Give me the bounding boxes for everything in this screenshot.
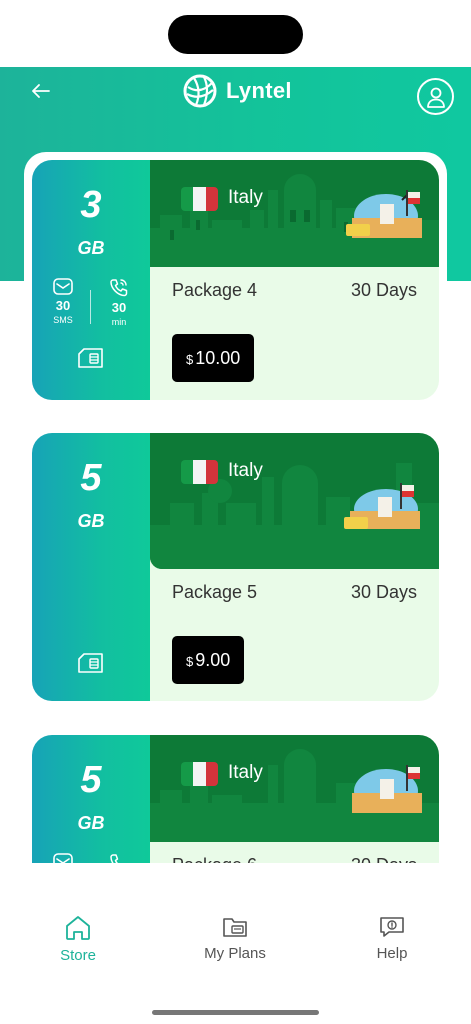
price-amount: 10.00 xyxy=(195,347,241,368)
envelope-icon xyxy=(53,278,73,295)
nav-item-my-plans[interactable]: My Plans xyxy=(175,915,295,962)
globe-icon xyxy=(183,74,217,108)
brand-name: Lyntel xyxy=(226,78,292,103)
nav-label: Store xyxy=(60,947,96,964)
italy-flag-icon xyxy=(181,762,218,786)
city-skyline-illustration xyxy=(150,174,439,267)
package-stats: 30 SMS 30 min xyxy=(40,278,142,327)
package-name: Package 6 xyxy=(172,855,257,863)
nav-label: Help xyxy=(376,945,408,962)
price-button[interactable]: $ 9.00 xyxy=(172,636,245,684)
phone-call-icon xyxy=(110,854,119,863)
profile-button[interactable] xyxy=(417,78,454,115)
envelope-icon xyxy=(53,853,73,863)
package-duration: 30 Days xyxy=(350,582,417,602)
italy-flag-icon xyxy=(181,460,218,484)
package-duration: 30 Days xyxy=(351,855,417,863)
package-card-wrapper: 5 GB xyxy=(24,727,447,863)
package-data-panel: 5 GB xyxy=(32,433,150,701)
package-name: Package 4 xyxy=(172,280,258,300)
package-list[interactable]: 3 GB 30 SMS 30 min Italy Package 4 30 Da… xyxy=(0,150,471,863)
data-unit: GB xyxy=(77,813,105,833)
nav-label: My Plans xyxy=(204,945,266,962)
country-name: Italy xyxy=(228,187,263,208)
sms-stat xyxy=(40,853,86,863)
package-info-panel: Italy Package 4 30 Days $ 10.00 xyxy=(150,160,439,400)
bottom-nav: Store My Plans Help xyxy=(0,915,471,995)
sim-card-icon xyxy=(78,348,103,368)
city-skyline-illustration xyxy=(150,749,439,842)
sim-card-icon xyxy=(78,653,103,673)
data-unit: GB xyxy=(77,238,105,258)
back-button[interactable] xyxy=(28,78,54,104)
nav-item-store[interactable]: Store xyxy=(18,915,138,964)
package-data-panel: 5 GB xyxy=(32,735,150,863)
home-icon xyxy=(66,916,90,940)
package-name: Package 5 xyxy=(172,582,258,602)
country-banner: Italy xyxy=(150,433,439,569)
country-banner: Italy xyxy=(150,160,439,267)
country-name: Italy xyxy=(228,762,263,783)
package-info-panel: Italy Package 6 30 Days xyxy=(150,735,439,863)
nav-item-help[interactable]: Help xyxy=(332,915,452,962)
sms-value: 30 xyxy=(55,298,71,313)
minutes-stat xyxy=(96,853,142,863)
package-duration: 30 Days xyxy=(350,280,417,300)
price-button[interactable]: $ 10.00 xyxy=(172,334,255,382)
brand-logo: Lyntel xyxy=(182,73,292,109)
country-name: Italy xyxy=(228,460,263,481)
data-amount: 5 xyxy=(80,457,102,499)
country-banner: Italy xyxy=(150,735,439,842)
package-card-wrapper: 3 GB 30 SMS 30 min Italy Package 4 30 Da… xyxy=(24,152,447,408)
stats-divider xyxy=(90,290,91,324)
minutes-stat: 30 min xyxy=(96,278,142,327)
package-card-wrapper: 5 GB xyxy=(24,424,447,701)
data-amount: 3 xyxy=(80,184,102,226)
arrow-left-icon xyxy=(32,84,50,98)
package-card[interactable]: 5 GB xyxy=(32,735,439,863)
home-indicator[interactable] xyxy=(152,1010,319,1015)
data-amount: 5 xyxy=(80,759,102,801)
italy-flag-icon xyxy=(181,187,218,211)
phone-call-icon xyxy=(110,279,128,297)
package-stats xyxy=(40,853,142,863)
device-notch xyxy=(168,15,303,54)
data-unit: GB xyxy=(77,511,105,531)
city-skyline-illustration xyxy=(150,463,439,569)
package-card[interactable]: 3 GB 30 SMS 30 min Italy Package 4 30 Da… xyxy=(32,160,439,400)
price-currency: $ xyxy=(186,654,194,669)
price-amount: 9.00 xyxy=(195,649,231,670)
package-info-panel: Italy Package 5 30 Days $ 9.00 xyxy=(150,433,439,701)
package-card[interactable]: 5 GB xyxy=(32,433,439,701)
user-icon xyxy=(426,87,445,108)
folder-icon xyxy=(223,918,247,937)
sms-stat: 30 SMS xyxy=(40,278,86,327)
minutes-value: 30 xyxy=(111,300,127,315)
sms-label: SMS xyxy=(53,315,73,325)
help-chat-icon xyxy=(380,917,404,937)
minutes-label: min xyxy=(111,317,127,327)
package-data-panel: 3 GB 30 SMS 30 min xyxy=(32,160,150,400)
price-currency: $ xyxy=(186,352,194,367)
